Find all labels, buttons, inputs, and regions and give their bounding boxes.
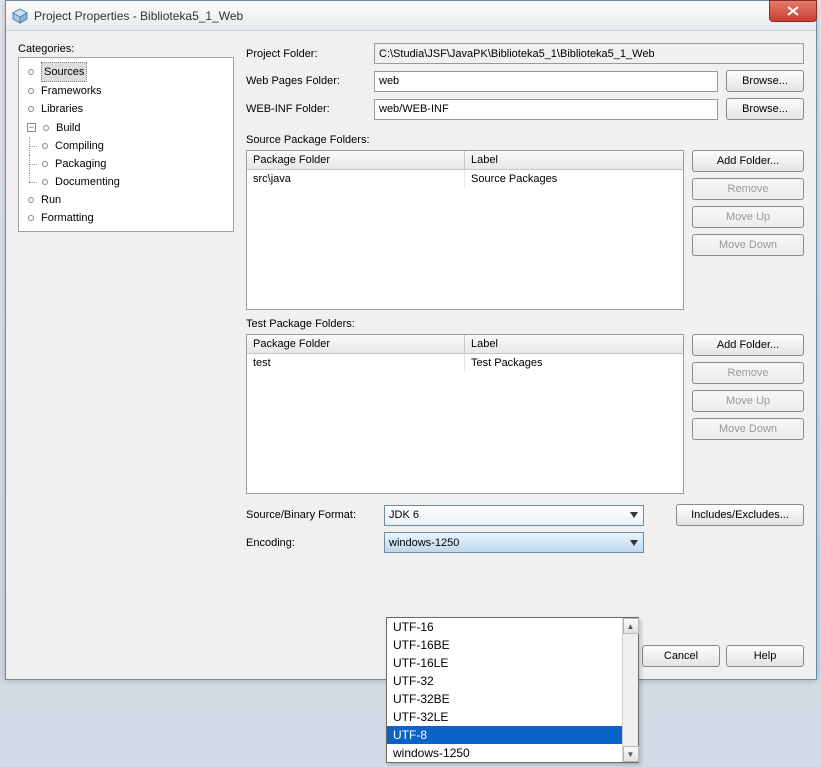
- source-package-table[interactable]: Package Folder Label src\java Source Pac…: [246, 150, 684, 310]
- dropdown-option[interactable]: UTF-8: [387, 726, 622, 744]
- tree-node-documenting[interactable]: Documenting: [39, 173, 122, 191]
- table-row[interactable]: test Test Packages: [247, 354, 683, 372]
- dropdown-option[interactable]: UTF-16BE: [387, 636, 622, 654]
- column-header-label[interactable]: Label: [465, 151, 683, 170]
- app-icon: [12, 8, 28, 24]
- web-inf-input[interactable]: [374, 99, 718, 120]
- tree-node-libraries[interactable]: Libraries: [25, 100, 85, 118]
- title-bar: Project Properties - Biblioteka5_1_Web: [6, 1, 816, 31]
- dropdown-option[interactable]: UTF-32LE: [387, 708, 622, 726]
- window-title: Project Properties - Biblioteka5_1_Web: [34, 9, 243, 23]
- encoding-dropdown-list[interactable]: UTF-16UTF-16BEUTF-16LEUTF-32UTF-32BEUTF-…: [386, 617, 639, 763]
- source-remove-button[interactable]: Remove: [692, 178, 804, 200]
- tree-node-compiling[interactable]: Compiling: [39, 137, 106, 155]
- category-tree[interactable]: Sources Frameworks Libraries −Build Comp…: [18, 57, 234, 232]
- source-binary-format-label: Source/Binary Format:: [246, 509, 376, 521]
- tree-node-run[interactable]: Run: [25, 191, 63, 209]
- source-move-up-button[interactable]: Move Up: [692, 206, 804, 228]
- test-add-folder-button[interactable]: Add Folder...: [692, 334, 804, 356]
- table-row[interactable]: src\java Source Packages: [247, 170, 683, 188]
- dropdown-option[interactable]: windows-1250: [387, 744, 622, 762]
- tree-node-sources[interactable]: Sources: [25, 62, 89, 82]
- test-move-up-button[interactable]: Move Up: [692, 390, 804, 412]
- encoding-label: Encoding:: [246, 537, 376, 549]
- encoding-combo[interactable]: windows-1250: [384, 532, 644, 553]
- tree-node-formatting[interactable]: Formatting: [25, 209, 96, 227]
- source-pkg-label: Source Package Folders:: [246, 134, 804, 146]
- source-add-folder-button[interactable]: Add Folder...: [692, 150, 804, 172]
- content: Categories: Sources Frameworks Libraries…: [6, 31, 816, 679]
- scroll-up-icon[interactable]: ▲: [623, 618, 639, 634]
- tree-node-packaging[interactable]: Packaging: [39, 155, 108, 173]
- dropdown-option[interactable]: UTF-32: [387, 672, 622, 690]
- browse-web-pages-button[interactable]: Browse...: [726, 70, 804, 92]
- test-pkg-label: Test Package Folders:: [246, 318, 804, 330]
- project-properties-window: Project Properties - Biblioteka5_1_Web C…: [5, 0, 817, 680]
- source-move-down-button[interactable]: Move Down: [692, 234, 804, 256]
- dropdown-option[interactable]: UTF-16: [387, 618, 622, 636]
- scroll-down-icon[interactable]: ▼: [623, 746, 639, 762]
- dropdown-option[interactable]: UTF-32BE: [387, 690, 622, 708]
- browse-web-inf-button[interactable]: Browse...: [726, 98, 804, 120]
- tree-node-frameworks[interactable]: Frameworks: [25, 82, 104, 100]
- project-folder-label: Project Folder:: [246, 48, 366, 60]
- categories-label: Categories:: [18, 43, 234, 55]
- column-header-label[interactable]: Label: [465, 335, 683, 354]
- cancel-button[interactable]: Cancel: [642, 645, 720, 667]
- includes-excludes-button[interactable]: Includes/Excludes...: [676, 504, 804, 526]
- project-folder-input[interactable]: [374, 43, 804, 64]
- collapse-icon[interactable]: −: [27, 123, 36, 132]
- form-pane: Project Folder: Web Pages Folder: Browse…: [246, 43, 804, 633]
- web-pages-label: Web Pages Folder:: [246, 75, 366, 87]
- web-inf-label: WEB-INF Folder:: [246, 103, 366, 115]
- column-header-package-folder[interactable]: Package Folder: [247, 151, 465, 170]
- test-package-table[interactable]: Package Folder Label test Test Packages: [246, 334, 684, 494]
- tree-node-build[interactable]: −Build: [25, 119, 82, 137]
- source-binary-format-combo[interactable]: JDK 6: [384, 505, 644, 526]
- test-move-down-button[interactable]: Move Down: [692, 418, 804, 440]
- scrollbar[interactable]: ▲ ▼: [622, 618, 638, 762]
- test-remove-button[interactable]: Remove: [692, 362, 804, 384]
- column-header-package-folder[interactable]: Package Folder: [247, 335, 465, 354]
- web-pages-input[interactable]: [374, 71, 718, 92]
- help-button[interactable]: Help: [726, 645, 804, 667]
- chevron-down-icon: [626, 508, 641, 523]
- dropdown-option[interactable]: UTF-16LE: [387, 654, 622, 672]
- chevron-down-icon: [626, 535, 641, 550]
- close-button[interactable]: [769, 0, 817, 22]
